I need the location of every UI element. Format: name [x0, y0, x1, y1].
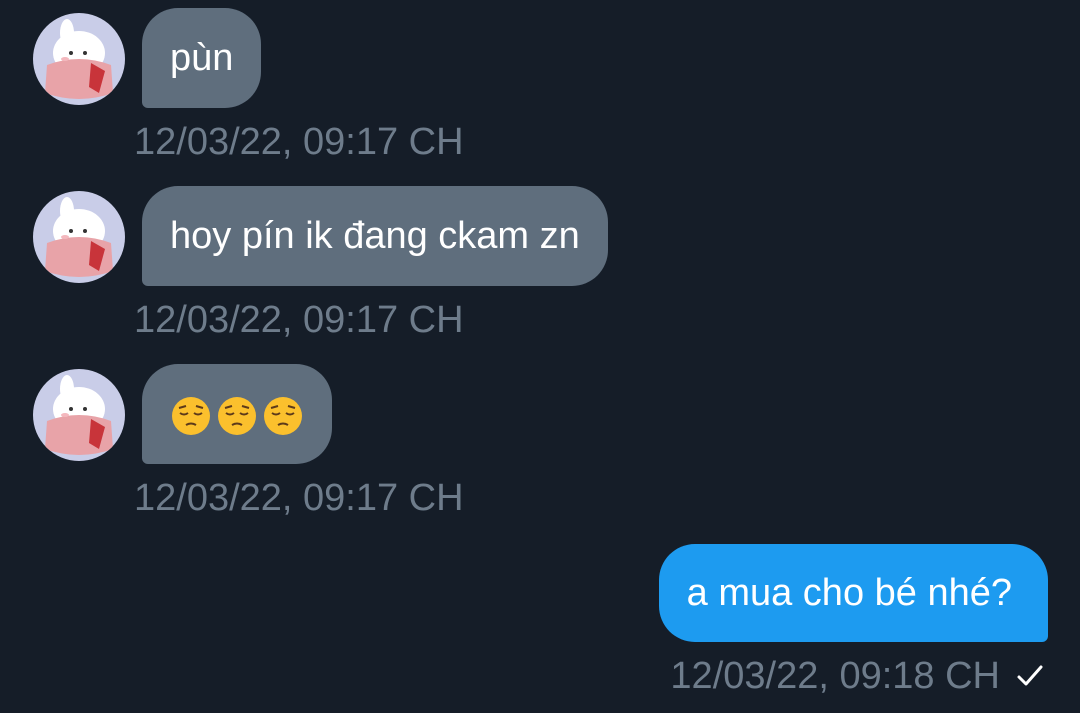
message-text: a mua cho bé nhé?: [686, 572, 1012, 614]
pensive-face-emoji: [172, 396, 210, 435]
message-text: hoy pín ik đang ckam zn: [170, 215, 580, 257]
avatar[interactable]: [33, 369, 125, 461]
message-meta: 12/03/22, 09:18 CH: [670, 654, 1046, 698]
pensive-face-emoji: [264, 396, 302, 435]
avatar-image: [33, 369, 125, 461]
avatar-image: [33, 13, 125, 105]
message-timestamp: 12/03/22, 09:17 CH: [134, 299, 464, 341]
message-text: pùn: [170, 37, 234, 79]
conversation-view: pùn 12/03/22, 09:17 CH hoy pín ik đang c…: [0, 0, 1080, 713]
message-timestamp: 12/03/22, 09:17 CH: [134, 477, 464, 519]
check-icon: [1017, 665, 1043, 686]
message-timestamp: 12/03/22, 09:17 CH: [134, 121, 464, 163]
message-bubble[interactable]: a mua cho bé nhé?: [658, 544, 1048, 642]
emoji-group: [170, 366, 304, 466]
avatar-image: [33, 191, 125, 283]
message-bubble[interactable]: hoy pín ik đang ckam zn: [142, 186, 608, 286]
avatar[interactable]: [33, 191, 125, 283]
message-timestamp: 12/03/22, 09:18 CH: [670, 655, 1000, 697]
avatar[interactable]: [33, 13, 125, 105]
message-bubble[interactable]: [142, 364, 332, 464]
pensive-face-emoji: [218, 396, 256, 435]
message-bubble[interactable]: pùn: [142, 8, 262, 108]
